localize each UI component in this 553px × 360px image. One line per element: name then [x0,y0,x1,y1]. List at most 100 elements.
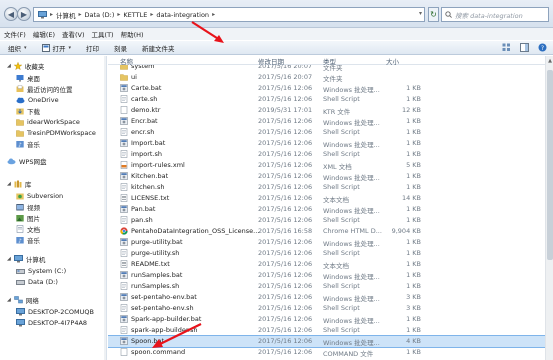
file-row[interactable]: encr.sh 2017/5/16 12:06 Shell Script 1 KB [108,127,545,138]
nav-documents[interactable]: 文档 [16,223,40,234]
file-row[interactable]: pan.sh 2017/5/16 12:06 Shell Script 1 KB [108,215,545,226]
file-row[interactable]: Kitchen.bat 2017/5/16 12:06 Windows 批处理...… [108,171,545,182]
nav-wps[interactable]: WPS网盘 [7,155,46,166]
file-row[interactable]: set-pentaho-env.sh 2017/5/16 12:06 Shell S… [108,303,545,314]
file-row[interactable]: ui 2017/5/16 20:07 文件夹 [108,72,545,83]
breadcrumb-data-drive[interactable]: Data (D:) [85,11,115,19]
forward-button[interactable]: ▶ [17,7,31,21]
nav-desktop2-label: DESKTOP-4I7P4A8 [28,318,88,327]
search-box[interactable]: 搜索 data-integration [441,7,549,22]
file-date: 2017/5/16 12:06 [258,150,313,158]
nav-scrollbar[interactable] [104,56,106,360]
file-row[interactable]: LICENSE.txt 2017/5/16 12:06 文本文档 14 KB [108,193,545,204]
file-row[interactable]: Encr.bat 2017/5/16 12:06 Windows 批处理... 1 K… [108,116,545,127]
scroll-thumb[interactable] [547,70,553,260]
file-row[interactable]: runSamples.bat 2017/5/16 12:06 Windows 批处理… [108,270,545,281]
nav-onedrive[interactable]: OneDrive [16,94,59,105]
menu-help[interactable]: 帮助(H) [121,29,144,39]
file-row[interactable]: system 2017/5/16 20:07 文件夹 [108,65,545,72]
menu-file[interactable]: 文件(F) [4,29,26,39]
back-button[interactable]: ◀ [4,7,18,21]
file-date: 2017/5/16 12:06 [258,84,313,92]
file-name: runSamples.bat [131,271,183,279]
file-row[interactable]: Spark-app-builder.bat 2017/5/16 12:06 Wind… [108,314,545,325]
file-name: Pan.bat [131,205,156,213]
file-list: system 2017/5/16 20:07 文件夹 ui 2017/5/16 20:0… [108,65,545,360]
nav-desktop[interactable]: 桌面 [16,72,40,83]
file-row-selected[interactable]: Spoon.bat 2017/5/16 12:06 Windows 批处理... 4 … [108,335,545,348]
file-name-cell: import-rules.xml [120,161,185,169]
address-dropdown-icon[interactable]: ▾ [419,10,422,17]
file-row[interactable]: Pan.bat 2017/5/16 12:06 Windows 批处理... 1 KB [108,204,545,215]
help-icon[interactable]: ? [538,43,547,52]
menu-view[interactable]: 查看(V) [62,29,85,39]
nav-network-pc-2[interactable]: DESKTOP-4I7P4A8 [16,317,87,328]
nav-computer[interactable]: ◢ 计算机 [7,253,45,264]
file-row[interactable]: purge-utility.bat 2017/5/16 12:06 Windows … [108,237,545,248]
nav-tresin-workspace[interactable]: TresinPDMWorkspace [16,127,96,138]
breadcrumb-separator-icon: ▸ [150,11,154,18]
file-row[interactable]: kitchen.sh 2017/5/16 12:06 Shell Script 1 K… [108,182,545,193]
nav-idear-workspace[interactable]: idearWorkSpace [16,116,80,127]
print-button[interactable]: 打印 [86,43,99,53]
burn-button[interactable]: 刻录 [114,43,127,53]
view-options-icon[interactable] [502,43,511,52]
file-name-cell: Encr.bat [120,117,158,125]
organize-button[interactable]: 组织 ▾ [8,43,27,53]
nav-network-pc-1[interactable]: DESKTOP-2COMUQB [16,306,94,317]
nav-downloads[interactable]: 下载 [16,105,40,116]
nav-music-library[interactable]: ♪ 音乐 [16,234,40,245]
breadcrumb-data-integration[interactable]: data-integration [156,11,209,19]
file-row[interactable]: purge-utility.sh 2017/5/16 12:06 Shell Scr… [108,248,545,259]
file-row[interactable]: spark-app-builder.sh 2017/5/16 12:06 Shell… [108,325,545,336]
file-type: Shell Script [323,304,360,312]
nav-favorites[interactable]: ◢ 收藏夹 [7,60,44,71]
file-date: 2017/5/16 12:06 [258,249,313,257]
file-name-cell: set-pentaho-env.sh [120,304,194,312]
file-row[interactable]: carte.sh 2017/5/16 12:06 Shell Script 1 KB [108,94,545,105]
file-row[interactable]: demo.ktr 2019/5/31 17:01 KTR 文件 12 KB [108,105,545,116]
subversion-icon [16,193,24,199]
file-type: Shell Script [323,150,360,158]
menu-tools[interactable]: 工具(T) [92,29,114,39]
new-folder-button[interactable]: 新建文件夹 [142,43,175,53]
nav-pictures[interactable]: 图片 [16,212,40,223]
file-type: Windows 批处理... [323,86,380,94]
file-row[interactable]: PentahoDataIntegration_OSS_License... 201… [108,226,545,237]
file-date: 2017/5/16 12:06 [258,337,313,345]
file-row[interactable]: Carte.bat 2017/5/16 12:06 Windows 批处理... 1 … [108,83,545,94]
nav-music-label: 音乐 [27,140,40,149]
file-row[interactable]: import-rules.xml 2017/5/16 12:06 XML 文档 5 K… [108,160,545,171]
file-row[interactable]: import.sh 2017/5/16 12:06 Shell Script 1 KB [108,149,545,160]
file-list-scrollbar[interactable]: ▲ [545,56,553,360]
file-type: Windows 批处理... [323,207,380,215]
nav-recent[interactable]: 最近访问的位置 [16,83,73,94]
nav-data-drive[interactable]: Data (D:) [16,276,58,287]
file-row[interactable]: set-pentaho-env.bat 2017/5/16 12:06 Window… [108,292,545,303]
file-row[interactable]: README.txt 2017/5/16 12:06 文本文档 1 KB [108,259,545,270]
file-row[interactable]: spoon.command 2017/5/16 12:06 COMMAND 文件 1 … [108,347,545,358]
file-name: runSamples.sh [131,282,180,290]
menu-edit[interactable]: 编辑(E) [33,29,55,39]
refresh-button[interactable]: ↻ [428,7,439,22]
nav-videos[interactable]: 视频 [16,201,40,212]
file-size: 3 KB [406,293,421,301]
file-name-cell: spark-app-builder.sh [120,326,198,334]
preview-pane-icon[interactable] [520,43,529,52]
file-name: Import.bat [131,139,166,147]
txt-file-icon [120,194,128,202]
address-bar[interactable]: ▸ 计算机 ▸ Data (D:) ▸ KETTLE ▸ data-integr… [33,7,425,22]
sh-file-icon [120,304,128,312]
breadcrumb-kettle[interactable]: KETTLE [123,11,147,19]
open-button[interactable]: 打开 ▾ [41,43,71,53]
file-name: README.txt [131,260,170,268]
nav-network[interactable]: ◢ 网络 [7,294,39,305]
nav-library[interactable]: ◢ 库 [7,178,31,189]
nav-subversion[interactable]: Subversion [16,190,63,201]
nav-system-drive[interactable]: System (C:) [16,265,66,276]
breadcrumb-computer[interactable]: 计算机 [56,10,76,20]
file-row[interactable]: Import.bat 2017/5/16 12:06 Windows 批处理... 1… [108,138,545,149]
file-row[interactable]: runSamples.sh 2017/5/16 12:06 Shell Script… [108,281,545,292]
scroll-up-icon[interactable]: ▲ [546,58,553,64]
nav-music-favorite[interactable]: ♪ 音乐 [16,138,40,149]
